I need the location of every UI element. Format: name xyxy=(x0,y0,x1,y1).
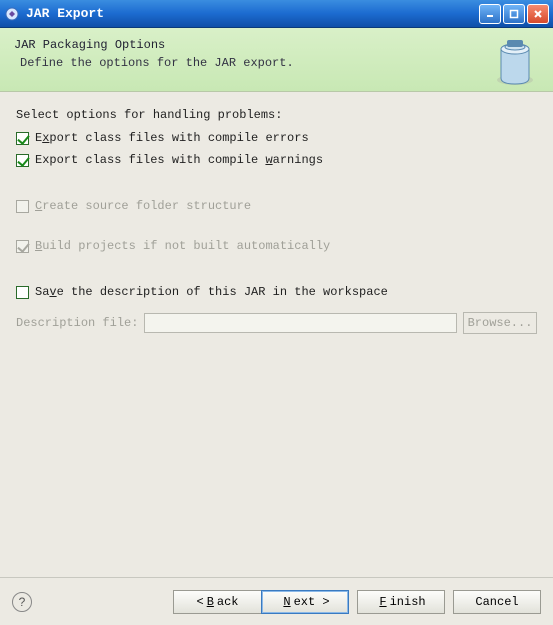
next-button[interactable]: Next > xyxy=(261,590,349,614)
save-description-checkbox[interactable] xyxy=(16,286,29,299)
back-button[interactable]: < Back xyxy=(173,590,261,614)
export-warnings-checkbox[interactable] xyxy=(16,154,29,167)
wizard-header: JAR Packaging Options Define the options… xyxy=(0,28,553,92)
wizard-footer: ? < Back Next > Finish Cancel xyxy=(0,577,553,625)
export-errors-label: Export class files with compile errors xyxy=(35,131,309,145)
browse-button: Browse... xyxy=(463,312,537,334)
header-title: JAR Packaging Options xyxy=(14,38,539,52)
create-source-checkbox xyxy=(16,200,29,213)
wizard-body: Select options for handling problems: Ex… xyxy=(0,92,553,577)
cancel-button[interactable]: Cancel xyxy=(453,590,541,614)
title-bar: JAR Export xyxy=(0,0,553,28)
export-warnings-row[interactable]: Export class files with compile warnings xyxy=(16,150,537,170)
description-file-label: Description file: xyxy=(16,316,138,330)
app-icon xyxy=(4,6,20,22)
close-button[interactable] xyxy=(527,4,549,24)
save-description-label: Save the description of this JAR in the … xyxy=(35,285,388,299)
minimize-button[interactable] xyxy=(479,4,501,24)
build-projects-checkbox xyxy=(16,240,29,253)
create-source-label: Create source folder structure xyxy=(35,199,251,213)
export-warnings-label: Export class files with compile warnings xyxy=(35,153,323,167)
window-title: JAR Export xyxy=(26,6,479,21)
export-errors-checkbox[interactable] xyxy=(16,132,29,145)
problems-group-label: Select options for handling problems: xyxy=(16,108,537,122)
save-description-row[interactable]: Save the description of this JAR in the … xyxy=(16,282,537,302)
build-projects-label: Build projects if not built automaticall… xyxy=(35,239,330,253)
export-errors-row[interactable]: Export class files with compile errors xyxy=(16,128,537,148)
help-icon[interactable]: ? xyxy=(12,592,32,612)
description-file-row: Description file: Browse... xyxy=(16,312,537,334)
build-projects-row: Build projects if not built automaticall… xyxy=(16,236,537,256)
jar-icon xyxy=(491,36,539,88)
finish-button[interactable]: Finish xyxy=(357,590,445,614)
description-file-input xyxy=(144,313,457,333)
header-subtitle: Define the options for the JAR export. xyxy=(14,56,539,70)
create-source-row: Create source folder structure xyxy=(16,196,537,216)
maximize-button[interactable] xyxy=(503,4,525,24)
